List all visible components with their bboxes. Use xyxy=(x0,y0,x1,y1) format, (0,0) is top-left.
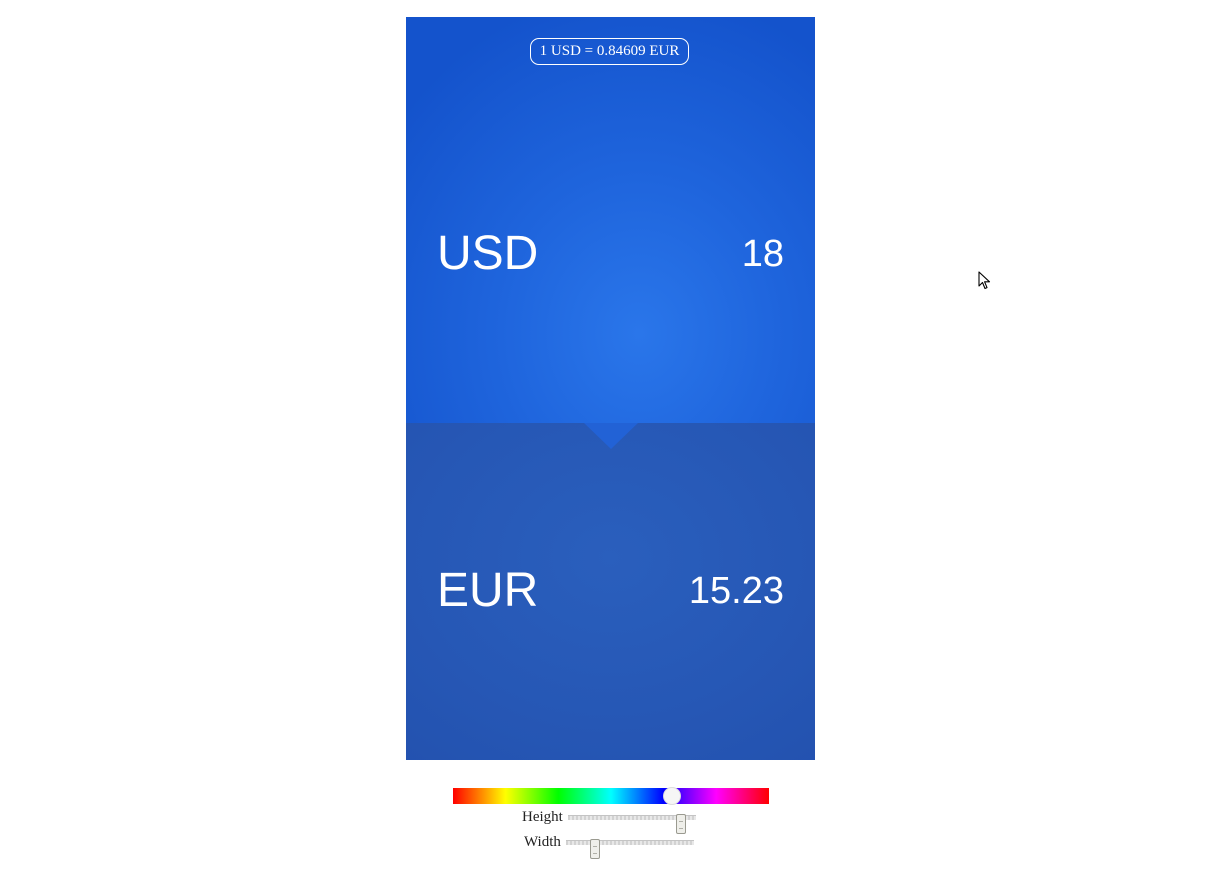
height-label: Height xyxy=(522,809,563,825)
exchange-rate-badge: 1 USD = 0.84609 EUR xyxy=(530,38,689,65)
from-currency-code[interactable]: USD xyxy=(437,226,538,282)
height-control: Height xyxy=(522,808,702,834)
from-currency-panel[interactable]: 1 USD = 0.84609 EUR USD 18 xyxy=(406,17,815,423)
width-control: Width xyxy=(524,833,704,859)
height-slider-thumb[interactable] xyxy=(675,814,686,834)
width-slider[interactable] xyxy=(566,839,694,859)
width-slider-thumb[interactable] xyxy=(590,839,601,859)
hue-slider[interactable] xyxy=(453,787,769,805)
currency-converter: 1 USD = 0.84609 EUR USD 18 EUR 15.23 xyxy=(406,17,815,760)
width-label: Width xyxy=(524,834,561,850)
to-currency-amount[interactable]: 15.23 xyxy=(689,563,784,619)
height-slider[interactable] xyxy=(568,814,696,834)
panel-divider-arrow-icon xyxy=(584,423,638,449)
from-currency-amount[interactable]: 18 xyxy=(742,226,784,282)
to-currency-code[interactable]: EUR xyxy=(437,563,538,619)
to-currency-panel[interactable]: EUR 15.23 xyxy=(406,423,815,760)
hue-slider-handle[interactable] xyxy=(663,787,682,805)
mouse-pointer-icon xyxy=(978,271,991,290)
